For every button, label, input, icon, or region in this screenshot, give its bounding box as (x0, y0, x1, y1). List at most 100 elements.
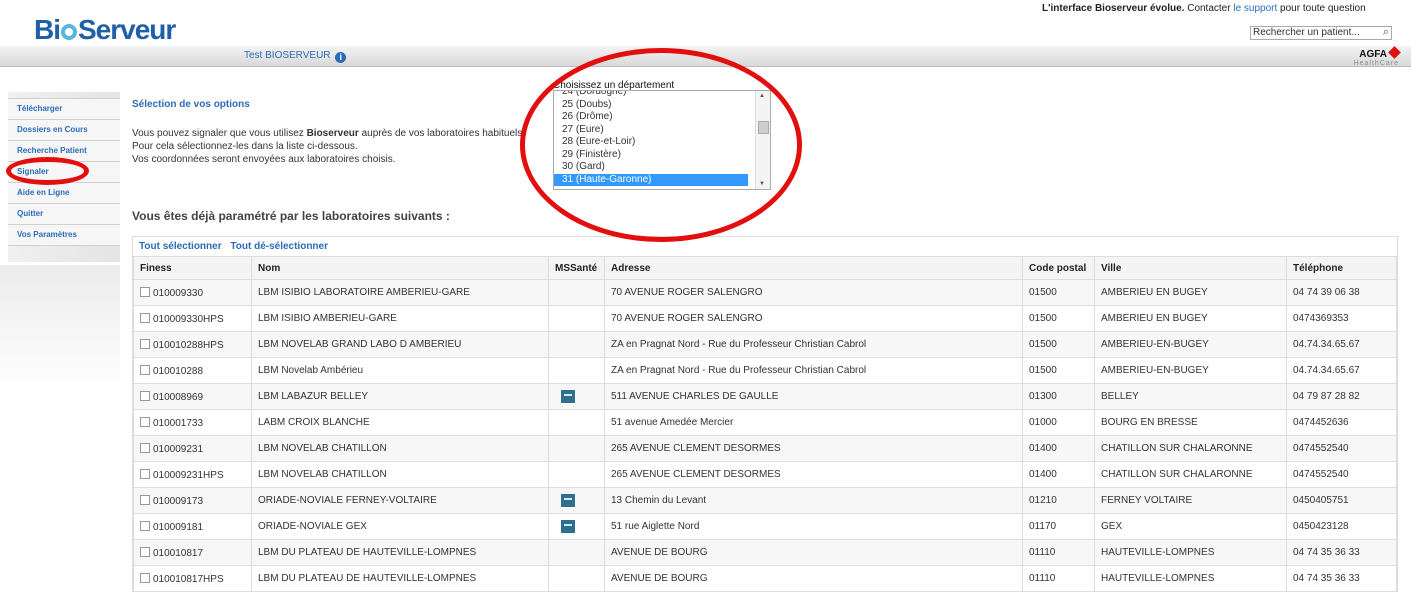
table-row[interactable]: 010009173 ORIADE-NOVIALE FERNEY-VOLTAIRE 1… (133, 487, 1397, 514)
cell-telephone: 04.74.34.65.67 (1286, 357, 1397, 384)
row-checkbox[interactable] (140, 520, 150, 531)
department-listbox[interactable]: 24 (Dordogne) 25 (Doubs) 26 (Drôme) 27 (… (553, 90, 771, 190)
table-row[interactable]: 010009330 LBM ISIBIO LABORATOIRE AMBERIEU… (133, 279, 1397, 306)
deselect-all-link[interactable]: Tout dé-sélectionner (230, 241, 328, 252)
info-icon[interactable]: i (335, 52, 347, 63)
cell-mssante (548, 279, 605, 306)
cell-nom: LBM DU PLATEAU DE HAUTEVILLE-LOMPNES (251, 565, 549, 592)
col-mssante: MSSanté (548, 256, 605, 280)
sidebar-item-quitter[interactable]: Quitter (8, 204, 120, 225)
intro-text: Vous pouvez signaler que vous utilisez B… (132, 128, 526, 165)
cell-mssante (548, 357, 605, 384)
bioserveur-logo[interactable]: Bi Serveur (34, 14, 176, 46)
cell-mssante (548, 305, 605, 332)
mssante-icon (561, 520, 575, 533)
cell-adresse: 265 AVENUE CLEMENT DESORMES (604, 435, 1023, 462)
top-header: Bi Serveur L'interface Bioserveur évolue.… (0, 0, 1411, 46)
cell-mssante (548, 461, 605, 488)
cell-finess: 010010288HPS (133, 331, 252, 358)
cell-code-postal: 01400 (1022, 435, 1095, 462)
cell-finess: 010009231 (133, 435, 252, 462)
row-checkbox[interactable] (140, 416, 150, 427)
cell-telephone: 0450405751 (1286, 487, 1397, 514)
sidebar-item-aide-en-ligne[interactable]: Aide en Ligne (8, 183, 120, 204)
table-row[interactable]: 010009330HPS LBM ISIBIO AMBERIEU-GARE 70 A… (133, 305, 1397, 332)
cell-finess: 010010817 (133, 539, 252, 566)
current-user[interactable]: Test BIOSERVEUR i (244, 50, 347, 63)
table-row[interactable]: 010010817 LBM DU PLATEAU DE HAUTEVILLE-LO… (133, 539, 1397, 566)
dept-option[interactable]: 24 (Dordogne) (554, 91, 770, 99)
cell-nom: LBM NOVELAB CHATILLON (251, 461, 549, 488)
sidebar-item-vos-parametres[interactable]: Vos Paramètres (8, 225, 120, 246)
cell-adresse: 51 rue Aiglette Nord (604, 513, 1023, 540)
col-code-postal: Code postal (1022, 256, 1095, 280)
cell-finess: 010009181 (133, 513, 252, 540)
cell-adresse: 13 Chemin du Levant (604, 487, 1023, 514)
select-all-link[interactable]: Tout sélectionner (139, 241, 222, 252)
scroll-up-icon[interactable]: ▲ (759, 93, 765, 99)
table-row[interactable]: 010001733 LABM CROIX BLANCHE 51 avenue Ame… (133, 409, 1397, 436)
dept-option[interactable]: 25 (Doubs) (554, 99, 770, 112)
table-row[interactable]: 010009231 LBM NOVELAB CHATILLON 265 AVENUE… (133, 435, 1397, 462)
section-title: Sélection de vos options (132, 99, 250, 110)
cell-telephone: 0474552540 (1286, 461, 1397, 488)
row-checkbox[interactable] (140, 286, 150, 297)
row-checkbox[interactable] (140, 364, 150, 375)
cell-telephone: 04.74.34.65.67 (1286, 331, 1397, 358)
table-row[interactable]: 010010288HPS LBM NOVELAB GRAND LABO D AMB… (133, 331, 1397, 358)
sidebar-item-recherche-patient[interactable]: Recherche Patient (8, 141, 120, 162)
cell-code-postal: 01170 (1022, 513, 1095, 540)
row-checkbox[interactable] (140, 468, 150, 479)
labs-table: Finess Nom MSSanté Adresse Code postal V… (133, 256, 1397, 592)
table-row[interactable]: 010009231HPS LBM NOVELAB CHATILLON 265 AVE… (133, 461, 1397, 488)
row-checkbox[interactable] (140, 494, 150, 505)
cell-telephone: 0474452636 (1286, 409, 1397, 436)
dept-option[interactable]: 28 (Eure-et-Loir) (554, 136, 770, 149)
support-link[interactable]: le support (1233, 3, 1277, 14)
labs-table-body: 010009330 LBM ISIBIO LABORATOIRE AMBERIEU… (133, 279, 1397, 592)
cell-nom: LBM Novelab Ambérieu (251, 357, 549, 384)
cell-telephone: 04 74 35 36 33 (1286, 565, 1397, 592)
dept-option[interactable]: 29 (Finistère) (554, 149, 770, 162)
row-checkbox[interactable] (140, 572, 150, 583)
row-checkbox[interactable] (140, 442, 150, 453)
cell-mssante (548, 513, 605, 540)
cell-adresse: 511 AVENUE CHARLES DE GAULLE (604, 383, 1023, 410)
cell-adresse: ZA en Pragnat Nord - Rue du Professeur C… (604, 331, 1023, 358)
cell-code-postal: 01110 (1022, 539, 1095, 566)
search-icon[interactable]: ⌕ (1383, 26, 1389, 38)
table-row[interactable]: 010009181 ORIADE-NOVIALE GEX 51 rue Aiglet… (133, 513, 1397, 540)
listbox-scrollbar[interactable]: ▲ ▼ (755, 91, 770, 189)
row-checkbox[interactable] (140, 546, 150, 557)
cell-telephone: 0474369353 (1286, 305, 1397, 332)
table-row[interactable]: 010008969 LBM LABAZUR BELLEY 511 AVENUE CH… (133, 383, 1397, 410)
table-row[interactable]: 010010288 LBM Novelab Ambérieu ZA en Pragn… (133, 357, 1397, 384)
agfa-healthcare-logo: AGFA HealthCare (1354, 46, 1401, 67)
cell-finess: 010010817HPS (133, 565, 252, 592)
table-row[interactable]: 010010817HPS LBM DU PLATEAU DE HAUTEVILLE… (133, 565, 1397, 592)
sidebar-item-dossiers-en-cours[interactable]: Dossiers en Cours (8, 120, 120, 141)
cell-code-postal: 01500 (1022, 331, 1095, 358)
cell-nom: ORIADE-NOVIALE GEX (251, 513, 549, 540)
row-checkbox[interactable] (140, 390, 150, 401)
dept-option[interactable]: 27 (Eure) (554, 124, 770, 137)
cell-ville: AMBERIEU EN BUGEY (1094, 279, 1287, 306)
row-checkbox[interactable] (140, 338, 150, 349)
dept-option[interactable]: 30 (Gard) (554, 161, 770, 174)
dept-option[interactable]: 26 (Drôme) (554, 111, 770, 124)
scroll-down-icon[interactable]: ▼ (759, 181, 765, 187)
dept-option-selected[interactable]: 31 (Haute-Garonne) (554, 173, 748, 186)
cell-nom: LBM ISIBIO AMBERIEU-GARE (251, 305, 549, 332)
row-checkbox[interactable] (140, 312, 150, 323)
sidebar-item-telecharger[interactable]: Télécharger (8, 98, 120, 120)
cell-adresse: 70 AVENUE ROGER SALENGRO (604, 305, 1023, 332)
cell-finess: 010008969 (133, 383, 252, 410)
sidebar-item-signaler[interactable]: Signaler (8, 162, 120, 183)
cell-adresse: AVENUE DE BOURG (604, 565, 1023, 592)
cell-ville: CHATILLON SUR CHALARONNE (1094, 461, 1287, 488)
col-ville: Ville (1094, 256, 1287, 280)
scrollbar-thumb[interactable] (758, 121, 769, 134)
patient-search-input[interactable]: Rechercher un patient... ⌕ (1250, 26, 1392, 40)
cell-ville: FERNEY VOLTAIRE (1094, 487, 1287, 514)
cell-adresse: AVENUE DE BOURG (604, 539, 1023, 566)
